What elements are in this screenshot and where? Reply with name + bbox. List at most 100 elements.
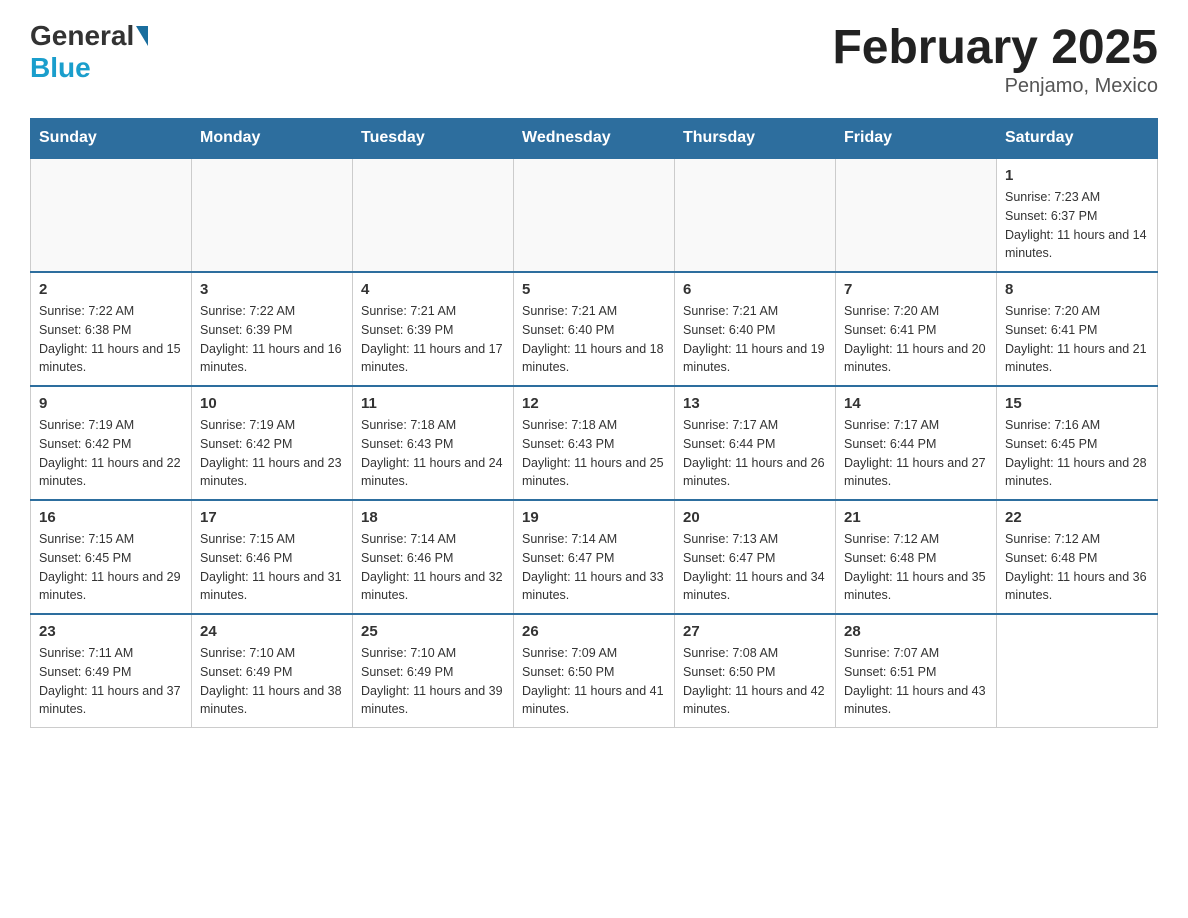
location: Penjamo, Mexico bbox=[832, 75, 1158, 98]
calendar-cell bbox=[353, 158, 514, 272]
logo-triangle-icon bbox=[136, 26, 148, 46]
day-info: Sunrise: 7:19 AMSunset: 6:42 PMDaylight:… bbox=[39, 416, 183, 491]
calendar-cell: 25 Sunrise: 7:10 AMSunset: 6:49 PMDayligh… bbox=[353, 614, 514, 728]
logo-general-text: General bbox=[30, 20, 134, 52]
day-number: 12 bbox=[522, 395, 666, 412]
header-thursday: Thursday bbox=[675, 119, 836, 159]
day-info: Sunrise: 7:20 AMSunset: 6:41 PMDaylight:… bbox=[1005, 302, 1149, 377]
weekday-header-row: Sunday Monday Tuesday Wednesday Thursday… bbox=[31, 119, 1158, 159]
day-info: Sunrise: 7:15 AMSunset: 6:46 PMDaylight:… bbox=[200, 530, 344, 605]
calendar-cell: 18 Sunrise: 7:14 AMSunset: 6:46 PMDayligh… bbox=[353, 500, 514, 614]
day-info: Sunrise: 7:10 AMSunset: 6:49 PMDaylight:… bbox=[361, 644, 505, 719]
calendar-cell: 1 Sunrise: 7:23 AMSunset: 6:37 PMDaylight… bbox=[997, 158, 1158, 272]
day-info: Sunrise: 7:09 AMSunset: 6:50 PMDaylight:… bbox=[522, 644, 666, 719]
day-info: Sunrise: 7:13 AMSunset: 6:47 PMDaylight:… bbox=[683, 530, 827, 605]
day-number: 2 bbox=[39, 281, 183, 298]
day-number: 5 bbox=[522, 281, 666, 298]
calendar-cell: 3 Sunrise: 7:22 AMSunset: 6:39 PMDaylight… bbox=[192, 272, 353, 386]
calendar-cell: 16 Sunrise: 7:15 AMSunset: 6:45 PMDayligh… bbox=[31, 500, 192, 614]
calendar-cell: 7 Sunrise: 7:20 AMSunset: 6:41 PMDaylight… bbox=[836, 272, 997, 386]
calendar-week-row: 16 Sunrise: 7:15 AMSunset: 6:45 PMDayligh… bbox=[31, 500, 1158, 614]
calendar-cell bbox=[997, 614, 1158, 728]
calendar-cell: 22 Sunrise: 7:12 AMSunset: 6:48 PMDayligh… bbox=[997, 500, 1158, 614]
header-wednesday: Wednesday bbox=[514, 119, 675, 159]
day-info: Sunrise: 7:22 AMSunset: 6:38 PMDaylight:… bbox=[39, 302, 183, 377]
calendar-cell: 21Sunrise: 7:12 AMSunset: 6:48 PMDayligh… bbox=[836, 500, 997, 614]
day-number: 16 bbox=[39, 509, 183, 526]
day-info: Sunrise: 7:16 AMSunset: 6:45 PMDaylight:… bbox=[1005, 416, 1149, 491]
day-info: Sunrise: 7:18 AMSunset: 6:43 PMDaylight:… bbox=[522, 416, 666, 491]
calendar-cell: 26 Sunrise: 7:09 AMSunset: 6:50 PMDayligh… bbox=[514, 614, 675, 728]
day-info: Sunrise: 7:14 AMSunset: 6:46 PMDaylight:… bbox=[361, 530, 505, 605]
calendar-cell: 4Sunrise: 7:21 AMSunset: 6:39 PMDaylight… bbox=[353, 272, 514, 386]
day-number: 21 bbox=[844, 509, 988, 526]
calendar-cell: 6 Sunrise: 7:21 AMSunset: 6:40 PMDaylight… bbox=[675, 272, 836, 386]
header-monday: Monday bbox=[192, 119, 353, 159]
day-info: Sunrise: 7:22 AMSunset: 6:39 PMDaylight:… bbox=[200, 302, 344, 377]
day-info: Sunrise: 7:12 AMSunset: 6:48 PMDaylight:… bbox=[1005, 530, 1149, 605]
calendar-cell bbox=[836, 158, 997, 272]
day-number: 4 bbox=[361, 281, 505, 298]
day-info: Sunrise: 7:17 AMSunset: 6:44 PMDaylight:… bbox=[683, 416, 827, 491]
day-number: 27 bbox=[683, 623, 827, 640]
day-number: 28 bbox=[844, 623, 988, 640]
day-info: Sunrise: 7:14 AMSunset: 6:47 PMDaylight:… bbox=[522, 530, 666, 605]
calendar-cell: 8 Sunrise: 7:20 AMSunset: 6:41 PMDaylight… bbox=[997, 272, 1158, 386]
day-number: 19 bbox=[522, 509, 666, 526]
calendar-cell: 14 Sunrise: 7:17 AMSunset: 6:44 PMDayligh… bbox=[836, 386, 997, 500]
calendar-cell: 24 Sunrise: 7:10 AMSunset: 6:49 PMDayligh… bbox=[192, 614, 353, 728]
day-info: Sunrise: 7:11 AMSunset: 6:49 PMDaylight:… bbox=[39, 644, 183, 719]
day-number: 14 bbox=[844, 395, 988, 412]
header-saturday: Saturday bbox=[997, 119, 1158, 159]
calendar-cell: 28Sunrise: 7:07 AMSunset: 6:51 PMDayligh… bbox=[836, 614, 997, 728]
day-info: Sunrise: 7:08 AMSunset: 6:50 PMDaylight:… bbox=[683, 644, 827, 719]
calendar-cell: 2 Sunrise: 7:22 AMSunset: 6:38 PMDaylight… bbox=[31, 272, 192, 386]
day-info: Sunrise: 7:19 AMSunset: 6:42 PMDaylight:… bbox=[200, 416, 344, 491]
day-info: Sunrise: 7:23 AMSunset: 6:37 PMDaylight:… bbox=[1005, 188, 1149, 263]
day-number: 6 bbox=[683, 281, 827, 298]
day-number: 17 bbox=[200, 509, 344, 526]
calendar-cell: 19 Sunrise: 7:14 AMSunset: 6:47 PMDayligh… bbox=[514, 500, 675, 614]
day-number: 8 bbox=[1005, 281, 1149, 298]
header-tuesday: Tuesday bbox=[353, 119, 514, 159]
day-number: 26 bbox=[522, 623, 666, 640]
day-number: 18 bbox=[361, 509, 505, 526]
day-info: Sunrise: 7:17 AMSunset: 6:44 PMDaylight:… bbox=[844, 416, 988, 491]
calendar-cell: 9 Sunrise: 7:19 AMSunset: 6:42 PMDaylight… bbox=[31, 386, 192, 500]
title-area: February 2025 Penjamo, Mexico bbox=[832, 20, 1158, 98]
day-number: 13 bbox=[683, 395, 827, 412]
day-info: Sunrise: 7:10 AMSunset: 6:49 PMDaylight:… bbox=[200, 644, 344, 719]
calendar-week-row: 9 Sunrise: 7:19 AMSunset: 6:42 PMDaylight… bbox=[31, 386, 1158, 500]
day-number: 10 bbox=[200, 395, 344, 412]
header-friday: Friday bbox=[836, 119, 997, 159]
day-number: 24 bbox=[200, 623, 344, 640]
day-number: 1 bbox=[1005, 167, 1149, 184]
calendar-table: Sunday Monday Tuesday Wednesday Thursday… bbox=[30, 118, 1158, 728]
calendar-cell: 5 Sunrise: 7:21 AMSunset: 6:40 PMDaylight… bbox=[514, 272, 675, 386]
day-number: 11 bbox=[361, 395, 505, 412]
calendar-cell: 23Sunrise: 7:11 AMSunset: 6:49 PMDayligh… bbox=[31, 614, 192, 728]
calendar-cell: 20 Sunrise: 7:13 AMSunset: 6:47 PMDayligh… bbox=[675, 500, 836, 614]
logo-blue-text: Blue bbox=[30, 52, 91, 84]
day-number: 3 bbox=[200, 281, 344, 298]
day-info: Sunrise: 7:15 AMSunset: 6:45 PMDaylight:… bbox=[39, 530, 183, 605]
day-number: 7 bbox=[844, 281, 988, 298]
day-number: 9 bbox=[39, 395, 183, 412]
calendar-week-row: 2 Sunrise: 7:22 AMSunset: 6:38 PMDaylight… bbox=[31, 272, 1158, 386]
calendar-cell bbox=[675, 158, 836, 272]
logo: General Blue bbox=[30, 20, 150, 84]
day-info: Sunrise: 7:20 AMSunset: 6:41 PMDaylight:… bbox=[844, 302, 988, 377]
calendar-cell bbox=[31, 158, 192, 272]
calendar-cell: 11 Sunrise: 7:18 AMSunset: 6:43 PMDayligh… bbox=[353, 386, 514, 500]
day-number: 22 bbox=[1005, 509, 1149, 526]
day-info: Sunrise: 7:21 AMSunset: 6:40 PMDaylight:… bbox=[522, 302, 666, 377]
calendar-cell: 12 Sunrise: 7:18 AMSunset: 6:43 PMDayligh… bbox=[514, 386, 675, 500]
day-number: 15 bbox=[1005, 395, 1149, 412]
page-header: General Blue February 2025 Penjamo, Mexi… bbox=[30, 20, 1158, 98]
day-info: Sunrise: 7:18 AMSunset: 6:43 PMDaylight:… bbox=[361, 416, 505, 491]
day-number: 25 bbox=[361, 623, 505, 640]
month-title: February 2025 bbox=[832, 20, 1158, 75]
day-info: Sunrise: 7:21 AMSunset: 6:40 PMDaylight:… bbox=[683, 302, 827, 377]
day-number: 20 bbox=[683, 509, 827, 526]
calendar-cell: 13 Sunrise: 7:17 AMSunset: 6:44 PMDayligh… bbox=[675, 386, 836, 500]
